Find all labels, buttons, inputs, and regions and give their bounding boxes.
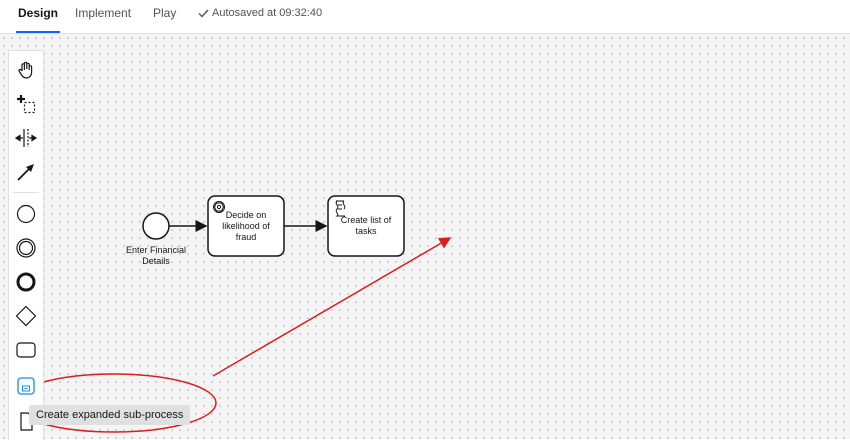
space-icon: [15, 129, 37, 147]
end-event-tool[interactable]: [13, 269, 39, 295]
task-create-list-label: Create list of tasks: [340, 215, 392, 236]
hand-tool[interactable]: [13, 57, 39, 83]
lasso-icon: [17, 95, 36, 114]
tooltip: Create expanded sub-process: [29, 405, 191, 425]
expanded-subprocess-tool[interactable]: [13, 373, 39, 399]
start-event-tool[interactable]: [13, 201, 39, 227]
task-decide-fraud-label: Decide on likelihood of fraud: [222, 209, 270, 242]
rounded-rect-icon: [16, 342, 36, 358]
circle-thin-icon: [16, 204, 36, 224]
annotation-arrow: [212, 237, 452, 377]
diagram-layer: [11, 195, 452, 433]
connect-tool[interactable]: [13, 159, 39, 185]
intermediate-event-tool[interactable]: [13, 235, 39, 261]
space-tool[interactable]: [13, 125, 39, 151]
start-event[interactable]: [142, 212, 170, 240]
arrow-icon: [17, 164, 34, 181]
diamond-icon: [15, 305, 37, 327]
subprocess-icon: [17, 377, 35, 395]
tool-palette: [8, 50, 44, 440]
start-event-label: Enter Financial Details: [125, 245, 187, 266]
palette-divider: [13, 192, 39, 193]
task-tool[interactable]: [13, 337, 39, 363]
double-circle-icon: [16, 238, 36, 258]
gateway-tool[interactable]: [13, 303, 39, 329]
hand-icon: [18, 61, 33, 79]
lasso-tool[interactable]: [13, 91, 39, 117]
circle-thick-icon: [16, 272, 36, 292]
